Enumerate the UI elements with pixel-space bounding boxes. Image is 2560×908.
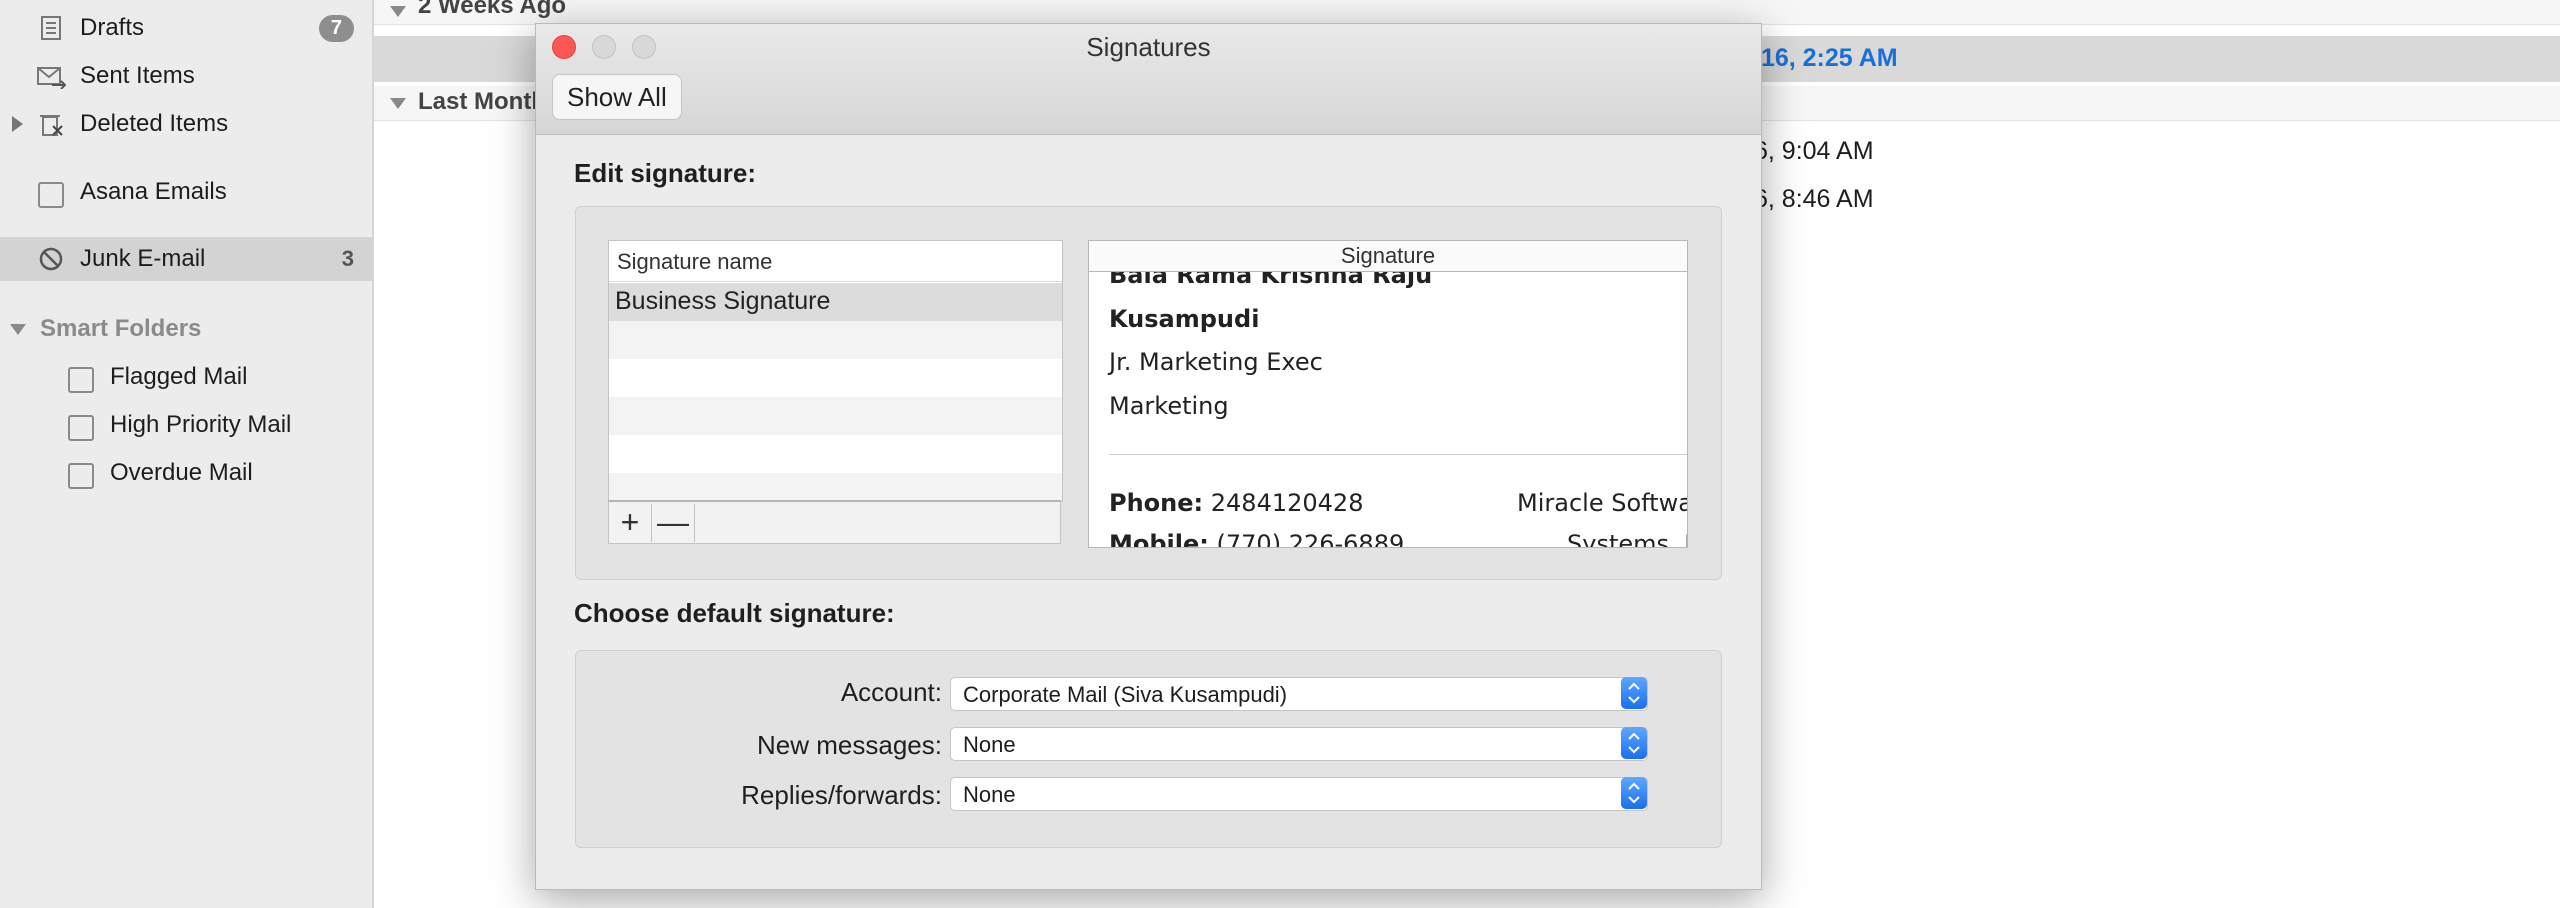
account-label: Account: bbox=[840, 677, 942, 707]
list-item[interactable]: Business Signature bbox=[609, 283, 1062, 321]
folder-icon bbox=[68, 463, 94, 489]
sidebar-item-sent-items[interactable]: Sent Items bbox=[0, 54, 372, 98]
new-messages-select[interactable]: None bbox=[950, 727, 1648, 761]
sidebar-item-label: Junk E-mail bbox=[80, 245, 206, 272]
select-arrows-icon bbox=[1621, 777, 1647, 809]
sidebar-item-junk-email[interactable]: Junk E-mail 3 bbox=[0, 237, 372, 281]
choose-default-label: Choose default signature: bbox=[574, 598, 895, 628]
divider bbox=[1109, 454, 1687, 455]
select-arrows-icon bbox=[1621, 727, 1647, 759]
column-header: Signature name bbox=[617, 249, 773, 274]
expand-triangle-icon[interactable] bbox=[12, 116, 23, 132]
show-all-button[interactable]: Show All bbox=[552, 74, 682, 120]
new-messages-label: New messages: bbox=[757, 730, 942, 760]
sidebar-item-label: Overdue Mail bbox=[110, 459, 253, 486]
phone-label: Phone: bbox=[1109, 489, 1204, 517]
collapse-triangle-icon[interactable] bbox=[10, 324, 26, 335]
sidebar-item-deleted-items[interactable]: Deleted Items bbox=[0, 102, 372, 146]
remove-signature-button[interactable]: — bbox=[652, 504, 695, 542]
account-value: Corporate Mail (Siva Kusampudi) bbox=[963, 682, 1288, 707]
add-signature-button[interactable]: + bbox=[609, 504, 652, 542]
sidebar-item-label: Sent Items bbox=[80, 62, 195, 89]
junk-icon bbox=[38, 246, 64, 272]
list-header: Signature name bbox=[609, 241, 1062, 282]
sidebar-item-flagged-mail[interactable]: Flagged Mail bbox=[0, 355, 372, 399]
section-title: Smart Folders bbox=[40, 315, 202, 342]
new-messages-value: None bbox=[963, 732, 1016, 757]
phone-value: 2484120428 bbox=[1210, 489, 1364, 517]
sent-icon bbox=[36, 63, 67, 90]
window-title: Signatures bbox=[1086, 32, 1211, 62]
signature-title: Jr. Marketing Exec bbox=[1109, 348, 1323, 376]
select-arrows-icon bbox=[1621, 677, 1647, 709]
group-header[interactable]: 2 Weeks Ago bbox=[374, 0, 2560, 25]
replies-forwards-select[interactable]: None bbox=[950, 777, 1648, 811]
unread-count: 3 bbox=[341, 246, 354, 271]
sidebar-item-overdue-mail[interactable]: Overdue Mail bbox=[0, 451, 372, 495]
signature-name: Business Signature bbox=[615, 287, 831, 315]
mobile-label: Mobile: bbox=[1109, 530, 1209, 548]
message-date: /16, 2:25 AM bbox=[1754, 44, 1898, 72]
sidebar-item-drafts[interactable]: Drafts 7 bbox=[0, 6, 372, 50]
sidebar-item-label: High Priority Mail bbox=[110, 411, 292, 438]
sidebar-item-label: Drafts bbox=[80, 14, 145, 41]
company-name-2: Systems, I bbox=[1567, 530, 1688, 548]
sidebar-item-label: Asana Emails bbox=[80, 178, 227, 205]
folder-icon bbox=[38, 182, 64, 208]
folder-icon bbox=[68, 367, 94, 393]
mobile-value: (770) 226-6889 bbox=[1216, 530, 1405, 548]
preview-header: Signature bbox=[1089, 241, 1687, 272]
replies-forwards-label: Replies/forwards: bbox=[741, 780, 942, 810]
trash-icon bbox=[38, 111, 64, 137]
folder-icon bbox=[68, 415, 94, 441]
signature-list[interactable]: Signature name Business Signature bbox=[608, 240, 1063, 502]
collapse-triangle-icon[interactable] bbox=[390, 6, 406, 17]
signature-name-line: Kusampudi bbox=[1109, 305, 1260, 333]
sidebar-item-label: Flagged Mail bbox=[110, 363, 248, 390]
message-date: 6, 9:04 AM bbox=[1754, 137, 1874, 165]
sidebar-item-label: Deleted Items bbox=[80, 110, 229, 137]
company-name: Miracle Softwa bbox=[1517, 489, 1688, 517]
edit-signature-label: Edit signature: bbox=[574, 158, 757, 188]
sidebar: Drafts 7 Sent Items Deleted Items Asana … bbox=[0, 0, 374, 908]
list-item bbox=[609, 397, 1062, 435]
list-item bbox=[609, 473, 1062, 501]
group-label: Last Month bbox=[418, 88, 546, 115]
sidebar-item-asana-emails[interactable]: Asana Emails bbox=[0, 170, 372, 214]
signature-department: Marketing bbox=[1109, 392, 1229, 420]
signature-preview[interactable]: Bala Rama Krishna Raju Signature Kusampu… bbox=[1088, 240, 1688, 548]
sidebar-item-high-priority-mail[interactable]: High Priority Mail bbox=[0, 403, 372, 447]
smart-folders-header[interactable]: Smart Folders bbox=[0, 307, 372, 351]
list-item bbox=[609, 321, 1062, 359]
group-label: 2 Weeks Ago bbox=[418, 0, 567, 19]
list-item bbox=[609, 435, 1062, 473]
message-date: 6, 8:46 AM bbox=[1754, 185, 1874, 213]
titlebar: Signatures Show All bbox=[536, 24, 1761, 135]
collapse-triangle-icon[interactable] bbox=[390, 98, 406, 109]
list-toolbar: + — bbox=[608, 500, 1061, 544]
account-select[interactable]: Corporate Mail (Siva Kusampudi) bbox=[950, 677, 1648, 711]
replies-forwards-value: None bbox=[963, 782, 1016, 807]
list-item bbox=[609, 359, 1062, 397]
unread-badge: 7 bbox=[318, 14, 354, 42]
drafts-icon bbox=[38, 15, 64, 41]
